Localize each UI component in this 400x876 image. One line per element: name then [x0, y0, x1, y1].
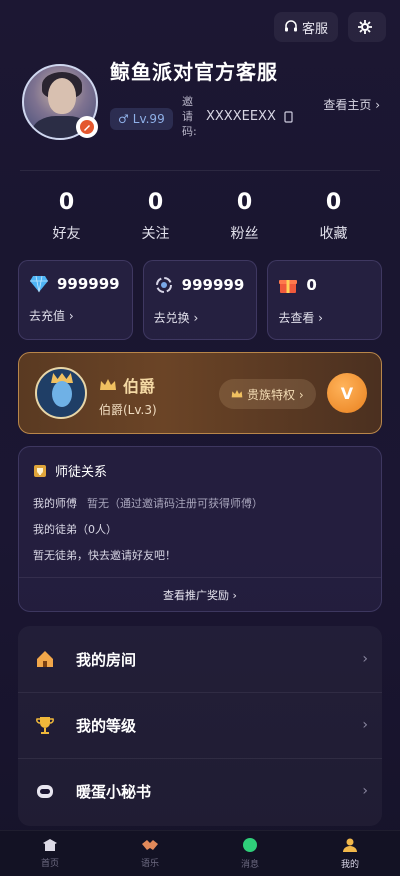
- vip-avatar: [35, 367, 87, 419]
- menu-item-secretary[interactable]: 暖蛋小秘书 ›: [18, 758, 382, 824]
- coin-card[interactable]: 999999 去兑换 ›: [142, 260, 258, 340]
- mentor-header: 师徒关系: [33, 461, 107, 480]
- tab-voice-fun[interactable]: 语乐: [100, 831, 200, 876]
- invite-code-value: XXXXEEXX: [206, 109, 276, 124]
- bottom-tab-bar: 首页 语乐 消息 我的: [0, 830, 400, 876]
- pencil-icon: [80, 120, 94, 134]
- invite-label: 邀请码:: [182, 95, 197, 138]
- stat-label: 关注: [141, 226, 170, 242]
- customer-service-label: 客服: [301, 21, 328, 37]
- home-icon: [43, 839, 57, 851]
- noble-privilege-button[interactable]: 贵族特权 ›: [219, 379, 316, 409]
- vip-level: 伯爵(Lv.3): [99, 403, 157, 417]
- mentor-trophy-icon: [34, 464, 46, 477]
- recharge-link[interactable]: 去充值 ›: [29, 307, 122, 324]
- stats-row: 0 好友 0 关注 0 粉丝 0 收藏: [22, 190, 378, 243]
- message-icon: [243, 838, 257, 852]
- chevron-right-icon: ›: [362, 783, 368, 799]
- empty-apprentice-hint: 暂无徒弟，快去邀请好友吧！: [33, 549, 176, 562]
- house-icon: [37, 651, 53, 667]
- stat-label: 好友: [52, 226, 81, 242]
- apprentice-row: 我的徒弟（0人）: [33, 521, 117, 537]
- headset-icon: [284, 20, 297, 32]
- mentor-card: 师徒关系 我的师傅 暂无（通过邀请码注册可获得师傅） 我的徒弟（0人） 暂无徒弟，…: [18, 446, 382, 612]
- menu-item-my-level[interactable]: 我的等级 ›: [18, 692, 382, 758]
- level-badge: ♂ Lv.99: [110, 108, 173, 130]
- tab-mine[interactable]: 我的: [300, 831, 400, 876]
- stat-value: 0: [147, 190, 164, 215]
- user-icon: [343, 838, 357, 852]
- divider: [19, 577, 381, 578]
- coin-icon: [155, 277, 172, 293]
- settings-button[interactable]: [348, 12, 386, 42]
- promotion-reward-link[interactable]: 查看推广奖励 ›: [19, 587, 381, 603]
- menu-label: 我的房间: [76, 650, 137, 669]
- master-value: 暂无（通过邀请码注册可获得师傅）: [87, 497, 263, 510]
- mentor-title: 师徒关系: [55, 465, 108, 480]
- stat-value: 0: [58, 190, 75, 215]
- diamond-card[interactable]: 999999 去充值 ›: [18, 260, 133, 340]
- stat-fans[interactable]: 0 粉丝: [200, 190, 289, 243]
- coin-value: 999999: [181, 276, 245, 294]
- invite-code: 邀请码: XXXXEEXX: [182, 94, 294, 139]
- view-homepage-link[interactable]: 查看主页 ›: [323, 96, 380, 113]
- stat-value: 0: [236, 190, 253, 215]
- stat-friends[interactable]: 0 好友: [22, 190, 111, 243]
- apprentice-label: 我的徒弟（0人）: [33, 523, 117, 536]
- gear-icon: [358, 20, 372, 34]
- menu-label: 暖蛋小秘书: [76, 782, 152, 801]
- gift-value: 0: [306, 276, 317, 294]
- chevron-right-icon: ›: [362, 717, 368, 733]
- menu-item-my-room[interactable]: 我的房间 ›: [18, 626, 382, 692]
- tab-label: 我的: [340, 860, 359, 870]
- exchange-link[interactable]: 去兑换 ›: [154, 309, 247, 326]
- gift-card[interactable]: 0 去查看 ›: [267, 260, 383, 340]
- stat-label: 粉丝: [230, 226, 259, 242]
- gift-icon: [279, 280, 298, 293]
- master-label: 我的师傅: [33, 497, 77, 510]
- level-text: Lv.99: [132, 112, 165, 126]
- stat-value: 0: [325, 190, 342, 215]
- noble-privilege-label: 贵族特权 ›: [247, 387, 304, 402]
- top-bar: 客服: [273, 12, 386, 42]
- view-gifts-link[interactable]: 去查看 ›: [278, 309, 371, 326]
- diamond-value: 999999: [57, 275, 120, 293]
- handshake-icon: [142, 840, 158, 850]
- edit-avatar-button[interactable]: [76, 116, 98, 138]
- small-crown-icon: [231, 390, 243, 398]
- vip-badge[interactable]: V: [327, 373, 367, 413]
- stat-label: 收藏: [319, 226, 348, 242]
- chevron-right-icon: ›: [362, 651, 368, 667]
- profile-name: 鲸鱼派对官方客服: [110, 60, 278, 84]
- stat-following[interactable]: 0 关注: [111, 190, 200, 243]
- vip-banner[interactable]: 伯爵 伯爵(Lv.3) 贵族特权 › V: [18, 352, 382, 434]
- crown-icon: [100, 379, 116, 390]
- vip-rank: 伯爵: [123, 377, 156, 396]
- vip-title: 伯爵: [99, 373, 155, 397]
- male-icon: ♂: [118, 112, 129, 126]
- copy-icon[interactable]: [284, 110, 294, 123]
- trophy-icon: [36, 717, 54, 734]
- tab-label: 首页: [40, 859, 59, 869]
- secretary-icon: [37, 785, 53, 798]
- tab-messages[interactable]: 消息: [200, 831, 300, 876]
- tab-label: 消息: [240, 860, 259, 870]
- stat-favorites[interactable]: 0 收藏: [289, 190, 378, 243]
- master-row: 我的师傅 暂无（通过邀请码注册可获得师傅）: [33, 495, 263, 511]
- tab-label: 语乐: [140, 859, 159, 869]
- tab-home[interactable]: 首页: [0, 831, 100, 876]
- menu-label: 我的等级: [76, 716, 137, 735]
- customer-service-button[interactable]: 客服: [273, 12, 338, 42]
- diamond-icon: [30, 275, 48, 293]
- menu-list: 我的房间 › 我的等级 › 暖蛋小秘书 ›: [18, 626, 382, 826]
- divider: [20, 170, 380, 171]
- assets-row: 999999 去充值 › 999999 去兑换 › 0 去查看 ›: [18, 260, 383, 340]
